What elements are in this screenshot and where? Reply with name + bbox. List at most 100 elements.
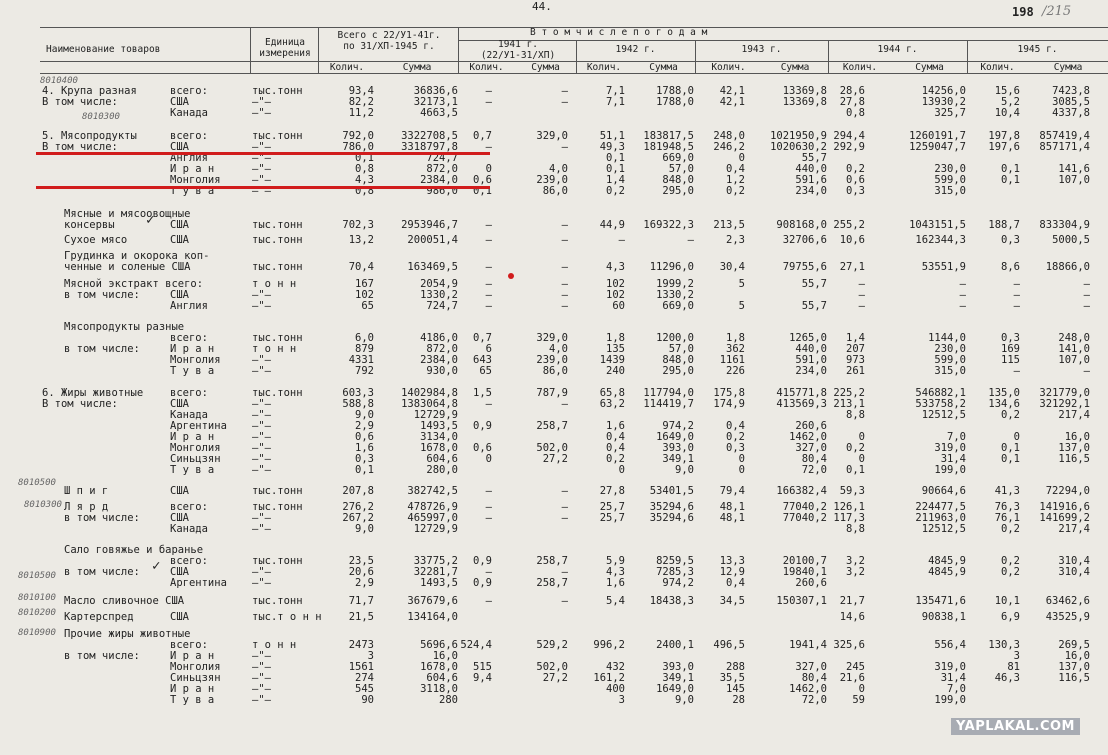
cell-sum: 669,0 [662,300,694,312]
cell-sum: 4663,5 [420,107,458,119]
cell-qty: 41,3 [994,485,1020,497]
row-name: Мясопродукты разные [64,321,185,333]
cell-qty: 0,8 [846,107,865,119]
cell-qty: 996,2 [593,639,625,651]
page-number: 44. [532,0,552,13]
row-unit: –"– [252,577,271,589]
cell-qty: 59,3 [839,485,865,497]
cell-qty: 8,8 [846,409,865,421]
row-country: США [170,219,189,231]
subheader-qty: Колич. [586,62,622,73]
row-country: Канада [170,107,208,119]
cell-qty: 226 [726,365,745,377]
cell-sum: 529,2 [536,639,568,651]
table-row: Масло сливочное США тыс.тонн 71,7 367679,6 –… [0,596,1108,607]
cell-sum: 234,0 [795,185,827,197]
row-name: в том числе: [64,289,140,301]
cell-sum: 1259047,7 [909,141,966,153]
cell-qty: 10,1 [994,595,1020,607]
cell-qty: 0,2 [606,185,625,197]
cell-qty: 496,5 [713,639,745,651]
handwritten-sheet-number: /215 [1042,4,1072,19]
cell-qty: 14,6 [839,611,865,623]
cell-sum: 199,0 [934,464,966,476]
subheader-qty: Колич. [711,62,746,73]
cell-qty: 792 [355,365,374,377]
row-unit: –"– [252,464,271,476]
cell-qty: – [485,595,492,607]
header-name: Наименование товаров [46,44,161,55]
cell-sum: 413569,3 [776,398,827,410]
cell-qty: 0,9 [473,577,492,589]
row-unit: тыс.тонн [252,261,303,273]
cell-qty: 197,6 [988,141,1020,153]
cell-qty: – [1013,300,1020,312]
header-total-line1: Всего с 22/У1-41г. [337,30,441,41]
cell-sum: 4845,9 [928,566,966,578]
cell-sum: 5000,5 [1052,234,1090,246]
cell-sum: 79755,6 [782,261,827,273]
header-1941-line1: 1941 г. [497,39,539,50]
cell-qty: 25,7 [599,512,625,524]
cell-qty: 0 [738,464,745,476]
cell-sum: 162344,3 [915,234,966,246]
table-row: консервы США тыс.тонн 702,3 2953946,7 – – 44,9 1… [0,220,1108,231]
cell-sum: 163469,5 [407,261,458,273]
row-country: Т у в а [170,464,215,476]
cell-qty: 70,4 [348,261,374,273]
cell-qty: 90 [361,694,374,706]
row-unit: –"– [252,694,271,706]
cell-sum: 18866,0 [1045,261,1090,273]
subheader-qty: Колич. [842,62,878,73]
subheader-qty: Колич. [329,62,365,73]
cell-sum: 200051,4 [407,234,458,246]
cell-qty: 65 [479,365,492,377]
cell-qty: 255,2 [833,219,865,231]
cell-qty: 4,3 [606,261,625,273]
cell-sum: 12512,5 [921,523,966,535]
cell-sum: 974,2 [662,577,694,589]
cell-sum: – [561,219,568,231]
header-bottom-rule [40,73,1108,74]
subheader-sum: Сумма [1053,62,1083,73]
cell-sum: – [561,234,568,246]
checkmark: ✓ [152,558,161,574]
cell-qty: 79,4 [719,485,745,497]
row-unit: тыс.тонн [252,234,303,246]
cell-qty: 5,4 [606,595,625,607]
cell-sum: 116,5 [1058,453,1090,465]
cell-sum: 77040,2 [782,512,827,524]
row-name: В том числе: [42,96,118,108]
row-unit: –"– [252,300,271,312]
cell-sum: 295,0 [662,365,694,377]
cell-qty: – [485,96,492,108]
cell-sum: 72294,0 [1045,485,1090,497]
subheader-qty: Колич. [980,62,1015,73]
cell-qty: 1,6 [606,577,625,589]
cell-qty: 5 [738,278,745,290]
cell-sum: 86,0 [542,365,568,377]
cell-qty: 21,7 [839,595,865,607]
cell-qty: 207,8 [342,485,374,497]
cell-qty: 21,5 [348,611,374,623]
header-1943: 1943 г. [741,44,782,55]
cell-qty: 2,3 [726,234,745,246]
row-name: Сухое мясо [64,234,128,246]
cell-qty: – [485,261,492,273]
row-name: в том числе: [64,512,140,524]
cell-qty: 6,9 [1001,611,1020,623]
row-unit: тыс.тонн [252,485,303,497]
cell-qty: 48,1 [719,512,745,524]
cell-sum: 857171,4 [1039,141,1090,153]
cell-qty: 8,6 [1001,261,1020,273]
cell-sum: 72,0 [801,694,827,706]
margin-code: 8010500 [18,478,56,488]
table-row: Аргентина –"– 2,9 1493,5 0,9 258,7 1,6 974,2 0,4… [0,578,1108,589]
margin-code: 8010200 [18,608,56,618]
cell-qty: 0,1 [846,464,865,476]
cell-qty: 0,9 [473,420,492,432]
cell-sum: 382742,5 [407,485,458,497]
row-country: США [170,234,189,246]
cell-sum: 135471,6 [915,595,966,607]
row-unit: тыс.тонн [252,219,303,231]
